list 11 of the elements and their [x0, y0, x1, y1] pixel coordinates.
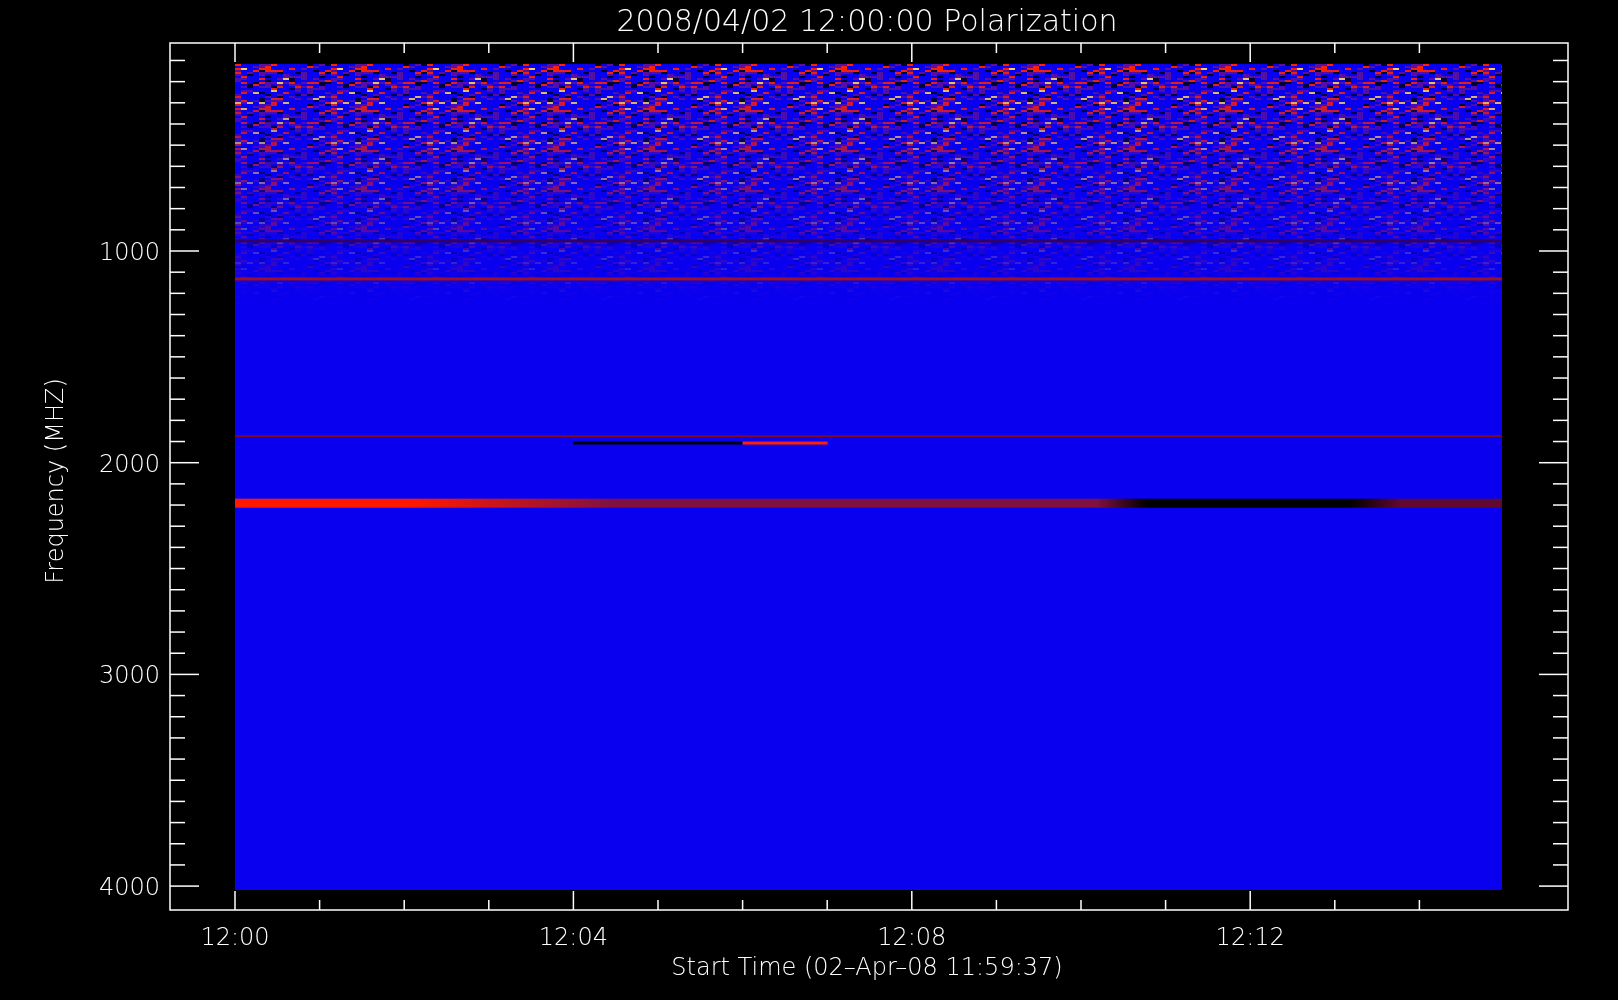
- x-tick-label: 12:12: [1215, 923, 1285, 951]
- x-tick-label: 12:04: [538, 923, 608, 951]
- x-tick-label: 12:08: [877, 923, 947, 951]
- y-tick-label: 1000: [98, 238, 160, 266]
- y-axis-label: Frequency (MHZ): [41, 378, 69, 584]
- y-tick-label: 3000: [98, 661, 160, 690]
- x-axis-label: Start Time (02–Apr–08 11:59:37): [671, 953, 1063, 981]
- x-tick-label: 12:00: [200, 923, 270, 951]
- plot-title: 2008/04/02 12:00:00 Polarization: [616, 3, 1118, 38]
- y-tick-label: 4000: [98, 873, 160, 902]
- y-tick-label: 2000: [98, 449, 160, 478]
